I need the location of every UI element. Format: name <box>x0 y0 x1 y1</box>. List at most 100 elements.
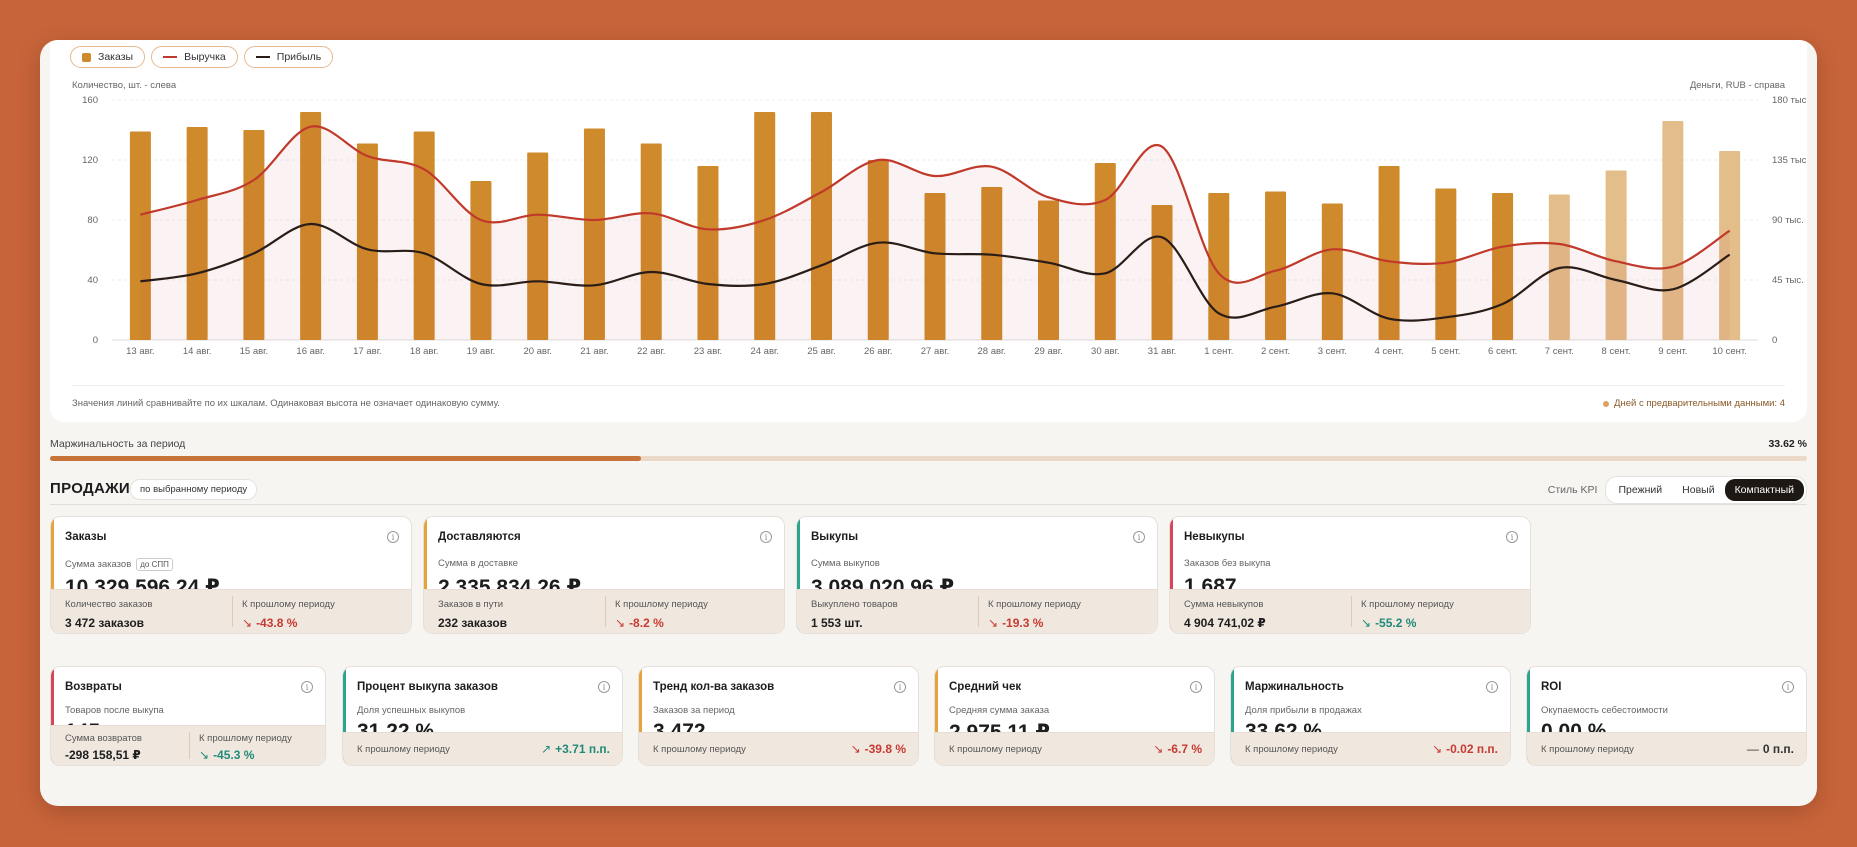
info-icon[interactable]: i <box>760 531 772 543</box>
card-subtitle: Сумма в доставке <box>438 558 518 569</box>
footer-change: —0 п.п. <box>1747 742 1794 756</box>
legend-item-orders[interactable]: Заказы <box>70 46 146 68</box>
footer-separator <box>189 732 190 759</box>
info-icon[interactable]: i <box>387 531 399 543</box>
margin-label: Маржинальность за период <box>50 438 186 450</box>
card-title: ROI <box>1541 681 1562 693</box>
footer-label: К прошлому периоду <box>988 599 1081 610</box>
card-subtitle-text: Заказов без выкупа <box>1184 558 1271 569</box>
legend-label: Заказы <box>98 51 134 63</box>
card-subtitle-text: Сумма заказов <box>65 559 132 570</box>
x-tick-label: 29 авг. <box>1034 346 1062 357</box>
margin-row: Маржинальность за период 33.62 % <box>50 438 1807 454</box>
x-tick-label: 7 сент. <box>1545 346 1574 357</box>
footer-change-value: -0.02 п.п. <box>1446 742 1498 756</box>
kpi-card: Невыкупы i Заказов без выкупа 1 687 Сумм… <box>1169 516 1531 634</box>
card-subtitle: Сумма выкупов <box>811 558 880 569</box>
card-footer: Выкуплено товаров 1 553 шт. К прошлому п… <box>797 589 1157 633</box>
x-tick-label: 5 сент. <box>1431 346 1460 357</box>
card-title: Доставляются <box>438 531 521 543</box>
x-tick-label: 2 сент. <box>1261 346 1290 357</box>
x-tick-label: 31 авг. <box>1148 346 1176 357</box>
card-subtitle-text: Сумма в доставке <box>438 558 518 569</box>
card-title: Выкупы <box>811 531 859 543</box>
legend-item-profit[interactable]: Прибыль <box>243 46 334 68</box>
footer-label: Выкуплено товаров <box>811 599 898 610</box>
sales-divider <box>50 504 1807 505</box>
kpi-style-old-button[interactable]: Прежний <box>1608 479 1672 501</box>
card-subtitle-text: Сумма выкупов <box>811 558 880 569</box>
x-tick-label: 1 сент. <box>1204 346 1233 357</box>
kpi-card: Выкупы i Сумма выкупов 3 089 020,96 ₽ Вы… <box>796 516 1158 634</box>
y-tick-left: 0 <box>93 335 98 346</box>
sales-header: ПРОДАЖИ по выбранному периоду Стиль KPI … <box>50 476 1807 504</box>
y-tick-left: 40 <box>87 275 98 286</box>
chart-divider <box>72 385 1785 386</box>
legend-item-revenue[interactable]: Выручка <box>151 46 238 68</box>
card-footer: К прошлому периоду —0 п.п. <box>1527 732 1806 765</box>
footer-label: К прошлому периоду <box>357 744 450 755</box>
card-footer-metric: Заказов в пути 232 заказов <box>438 599 507 630</box>
footer-value: -298 158,51 ₽ <box>65 748 141 762</box>
preliminary-dot-icon <box>1603 400 1610 407</box>
footer-change: ↗ +3.71 п.п. <box>541 742 610 756</box>
card-footer: К прошлому периоду ↗ +3.71 п.п. <box>343 732 622 765</box>
x-tick-label: 24 авг. <box>750 346 778 357</box>
card-subtitle: Средняя сумма заказа <box>949 705 1050 716</box>
kpi-style-compact-button[interactable]: Компактный <box>1724 479 1804 501</box>
kpi-card: Процент выкупа заказов i Доля успешных в… <box>342 666 623 766</box>
x-tick-label: 22 авг. <box>637 346 665 357</box>
x-tick-label: 19 авг. <box>467 346 495 357</box>
info-icon[interactable]: i <box>301 681 313 693</box>
kpi-style-new-button[interactable]: Новый <box>1672 479 1724 501</box>
footer-change-value: -43.8 % <box>256 616 298 630</box>
card-title: Маржинальность <box>1245 681 1344 693</box>
card-footer: Сумма возвратов -298 158,51 ₽ К прошлому… <box>51 725 325 765</box>
info-icon[interactable]: i <box>1506 531 1518 543</box>
card-subtitle: Окупаемость себестоимости <box>1541 705 1668 716</box>
info-icon[interactable]: i <box>1486 681 1498 693</box>
footer-separator <box>1351 596 1352 627</box>
x-tick-label: 15 авг. <box>240 346 268 357</box>
arrow-down-right-icon: ↘ <box>988 616 999 630</box>
x-tick-label: 28 авг. <box>978 346 1006 357</box>
arrow-up-right-icon: ↗ <box>541 742 552 756</box>
footer-separator <box>978 596 979 627</box>
kpi-card-returns: Возвраты i Товаров после выкупа 145 Сумм… <box>50 666 326 766</box>
info-icon[interactable]: i <box>1782 681 1794 693</box>
x-tick-label: 13 авг. <box>126 346 154 357</box>
chart-note: Значения линий сравнивайте по их шкалам.… <box>72 398 500 409</box>
kpi-style-label: Стиль KPI <box>1547 484 1598 496</box>
y-tick-left: 80 <box>87 215 98 226</box>
footer-label: К прошлому периоду <box>1361 599 1454 610</box>
x-tick-label: 3 сент. <box>1318 346 1347 357</box>
card-footer-compare: К прошлому периоду ↘ -43.8 % <box>242 599 335 630</box>
footer-change-value: +3.71 п.п. <box>555 742 610 756</box>
sales-title: ПРОДАЖИ <box>50 480 131 497</box>
footer-change-value: -8.2 % <box>629 616 664 630</box>
card-footer: К прошлому периоду ↘ -0.02 п.п. <box>1231 732 1510 765</box>
legend-label: Выручка <box>184 51 226 63</box>
card-subtitle: Доля успешных выкупов <box>357 705 466 716</box>
dashboard-window: Заказы Выручка Прибыль Количество, шт. -… <box>40 40 1817 806</box>
card-subtitle: Доля прибыли в продажах <box>1245 705 1362 716</box>
x-tick-label: 27 авг. <box>921 346 949 357</box>
info-icon[interactable]: i <box>1190 681 1202 693</box>
card-footer-metric: Количество заказов 3 472 заказов <box>65 599 152 630</box>
x-tick-label: 25 авг. <box>807 346 835 357</box>
footer-change: ↘ -43.8 % <box>242 616 335 630</box>
kpi-card: Доставляются i Сумма в доставке 2 335 83… <box>423 516 785 634</box>
card-subtitle: Заказов за период <box>653 705 735 716</box>
footer-label: К прошлому периоду <box>199 733 292 744</box>
card-footer-compare: К прошлому периоду ↘ -55.2 % <box>1361 599 1454 630</box>
arrow-down-right-icon: ↘ <box>199 748 210 762</box>
info-icon[interactable]: i <box>598 681 610 693</box>
chart-legend: Заказы Выручка Прибыль <box>70 46 334 68</box>
card-footer-compare: К прошлому периоду ↘ -19.3 % <box>988 599 1081 630</box>
period-chip[interactable]: по выбранному периоду <box>130 479 258 500</box>
footer-change: ↘ -39.8 % <box>851 742 906 756</box>
card-footer: Заказов в пути 232 заказов К прошлому пе… <box>424 589 784 633</box>
info-icon[interactable]: i <box>1133 531 1145 543</box>
footer-value: 3 472 заказов <box>65 616 145 630</box>
info-icon[interactable]: i <box>894 681 906 693</box>
